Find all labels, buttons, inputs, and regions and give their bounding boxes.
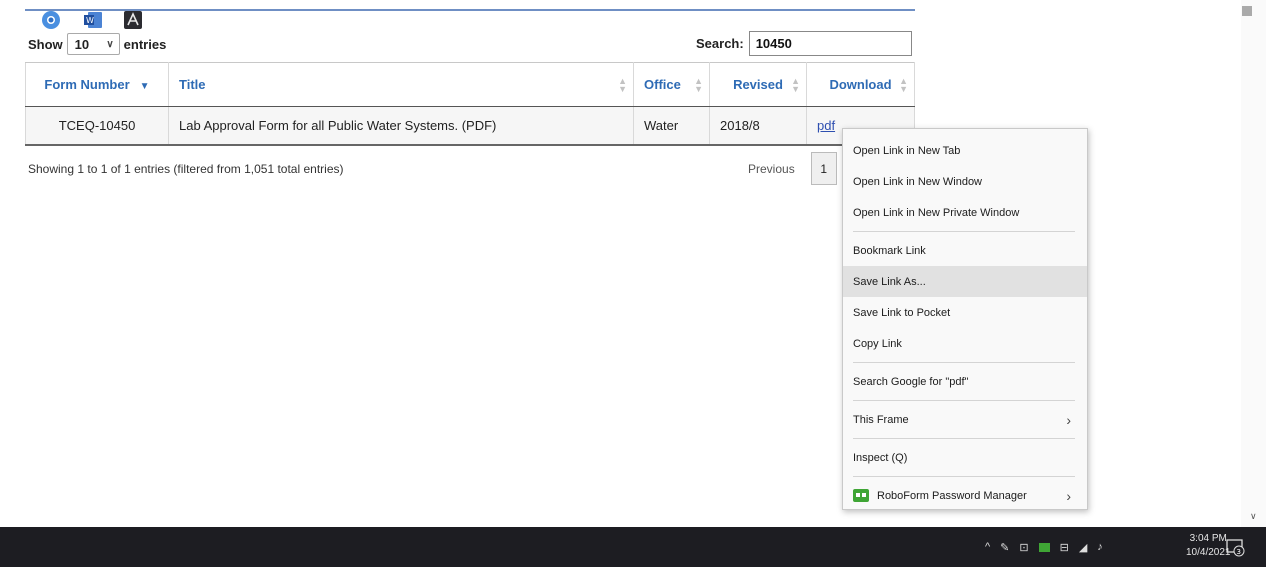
chevron-down-icon: ∨ — [106, 38, 114, 50]
menu-item-label: Open Link in New Tab — [853, 144, 961, 157]
clock[interactable]: 3:04 PM 10/4/2021 — [1186, 532, 1231, 560]
column-header-revised[interactable]: Revised ▲ ▼ — [709, 62, 807, 107]
table-row: TCEQ-10450 Lab Approval Form for all Pub… — [25, 106, 915, 146]
menu-item-open-new-tab[interactable]: Open Link in New Tab — [843, 135, 1087, 166]
menu-item-open-new-window[interactable]: Open Link in New Window — [843, 166, 1087, 197]
menu-item-label: Save Link As... — [853, 275, 926, 288]
menu-separator — [853, 438, 1075, 439]
chevron-right-icon: › — [1066, 487, 1071, 504]
previous-button[interactable]: Previous — [740, 156, 803, 182]
table-header-row: Form Number ▼ Title ▲ ▼ Office ▲ ▼ Revised … — [25, 62, 915, 107]
column-header-form-number[interactable]: Form Number ▼ — [25, 62, 169, 107]
wifi-icon[interactable]: ◢ — [1079, 541, 1087, 554]
menu-item-label: Copy Link — [853, 337, 902, 350]
page-1-button[interactable]: 1 — [810, 152, 837, 185]
menu-separator — [853, 362, 1075, 363]
forms-table: Form Number ▼ Title ▲ ▼ Office ▲ ▼ Revised … — [25, 62, 915, 146]
search-input[interactable]: 10450 — [748, 31, 912, 56]
roboform-icon — [853, 489, 869, 502]
menu-item-label: Search Google for "pdf" — [853, 375, 969, 388]
notification-count: 3 — [1237, 548, 1241, 556]
entries-select[interactable]: 10 ∨ — [66, 33, 120, 55]
menu-item-label: Open Link in New Window — [853, 175, 983, 188]
column-header-title[interactable]: Title ▲ ▼ — [168, 62, 634, 107]
column-header-label: Form Number — [44, 77, 130, 92]
word-icon[interactable]: W — [82, 9, 104, 31]
menu-item-label: Save Link to Pocket — [853, 306, 951, 319]
cell-form-number: TCEQ-10450 — [25, 106, 169, 146]
scroll-down-arrow-icon[interactable]: ∨ — [1250, 511, 1257, 522]
menu-item-label: Bookmark Link — [853, 244, 926, 257]
menu-item-copy-link[interactable]: Copy Link — [843, 328, 1087, 359]
system-tray: ^ ✎ ⊡ ⊟ ◢ ♪ — [985, 527, 1103, 567]
volume-icon[interactable]: ♪ — [1097, 541, 1103, 553]
menu-item-this-frame[interactable]: This Frame › — [843, 404, 1087, 435]
pen-icon[interactable]: ✎ — [1000, 541, 1009, 554]
entries-select-value: 10 — [74, 36, 90, 52]
clock-date: 10/4/2021 — [1186, 547, 1231, 558]
column-header-label: Office — [644, 77, 681, 92]
menu-item-label: Inspect (Q) — [853, 451, 908, 464]
roboform-tray-icon[interactable] — [1038, 542, 1050, 552]
column-header-label: Revised — [733, 77, 783, 92]
menu-item-label: Open Link in New Private Window — [853, 206, 1020, 219]
sort-both-icon: ▲ ▼ — [618, 75, 627, 94]
meet-icon[interactable]: ⊡ — [1019, 541, 1028, 554]
menu-item-label: This Frame — [853, 413, 909, 426]
page-length-control: Show 10 ∨ entries — [28, 33, 166, 55]
search-label: Search: — [696, 36, 744, 51]
vertical-scrollbar[interactable] — [1241, 0, 1266, 527]
menu-item-save-to-pocket[interactable]: Save Link to Pocket — [843, 297, 1087, 328]
menu-separator — [853, 476, 1075, 477]
entries-label: entries — [123, 36, 167, 52]
menu-item-search-google[interactable]: Search Google for "pdf" — [843, 366, 1087, 397]
menu-separator — [853, 400, 1075, 401]
sort-desc-icon: ▼ — [139, 81, 150, 92]
cell-office: Water — [633, 106, 710, 146]
column-header-download[interactable]: Download ▲ ▼ — [806, 62, 915, 107]
menu-item-open-private-window[interactable]: Open Link in New Private Window — [843, 197, 1087, 228]
table-info: Showing 1 to 1 of 1 entries (filtered fr… — [28, 162, 344, 176]
cell-revised: 2018/8 — [709, 106, 807, 146]
sort-both-icon: ▲ ▼ — [899, 75, 908, 94]
svg-text:W: W — [86, 16, 94, 25]
pagination: Previous 1 — [740, 152, 837, 185]
show-label: Show — [28, 36, 63, 52]
column-header-label: Title — [179, 77, 206, 92]
notification-center-icon[interactable]: 3 — [1225, 537, 1245, 560]
search-control: Search: 10450 — [696, 31, 912, 56]
chevron-up-icon[interactable]: ^ — [985, 541, 990, 553]
top-divider — [25, 9, 915, 11]
column-header-label: Download — [829, 77, 892, 92]
sort-both-icon: ▲ ▼ — [791, 75, 800, 94]
cell-title: Lab Approval Form for all Public Water S… — [168, 106, 634, 146]
menu-item-inspect[interactable]: Inspect (Q) — [843, 442, 1087, 473]
menu-item-bookmark-link[interactable]: Bookmark Link — [843, 235, 1087, 266]
menu-separator — [853, 231, 1075, 232]
chevron-right-icon: › — [1066, 411, 1071, 428]
menu-item-save-link-as[interactable]: Save Link As... — [843, 266, 1087, 297]
menu-item-label: RoboForm Password Manager — [877, 489, 1027, 502]
pdf-download-link[interactable]: pdf — [817, 118, 835, 133]
column-header-office[interactable]: Office ▲ ▼ — [633, 62, 710, 107]
acrobat-icon[interactable] — [122, 9, 144, 31]
menu-item-roboform[interactable]: RoboForm Password Manager › — [843, 480, 1087, 511]
scrollbar-thumb[interactable] — [1242, 6, 1252, 16]
sort-both-icon: ▲ ▼ — [694, 75, 703, 94]
context-menu: Open Link in New Tab Open Link in New Wi… — [842, 128, 1088, 510]
clock-time: 3:04 PM — [1189, 533, 1227, 544]
chrome-icon[interactable] — [40, 9, 62, 31]
network-icon[interactable]: ⊟ — [1060, 541, 1069, 554]
